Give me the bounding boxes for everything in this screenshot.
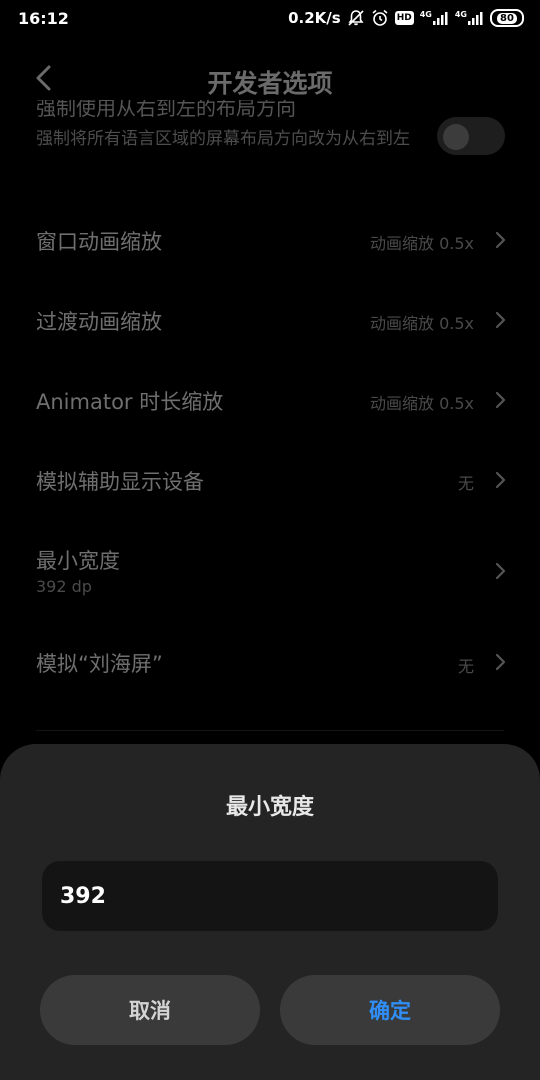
confirm-button[interactable]: 确定 [280, 975, 500, 1045]
chevron-right-icon [495, 391, 506, 409]
net1-label: 4G [419, 10, 432, 19]
rtl-setting-description: 强制将所有语言区域的屏幕布局方向改为从右到左 [36, 129, 410, 149]
animator-duration-label[interactable]: Animator 时长缩放 [36, 386, 223, 416]
smallest-width-label[interactable]: 最小宽度 [36, 545, 120, 575]
smallest-width-input[interactable] [42, 861, 498, 931]
smallest-width-sub: 392 dp [36, 577, 92, 596]
secondary-display-value: 无 [457, 474, 474, 493]
network-speed: 0.2K/s [288, 9, 341, 27]
rtl-setting-title[interactable]: 强制使用从右到左的布局方向 [36, 100, 296, 120]
cancel-button[interactable]: 取消 [40, 975, 260, 1045]
divider [36, 730, 504, 731]
toggle-knob [443, 124, 469, 150]
chevron-right-icon [495, 562, 506, 580]
rtl-setting-title-text: 强制使用从右到左的布局方向 [36, 100, 296, 120]
signal-4g-icon: 4G [420, 11, 449, 25]
status-bar: 16:12 0.2K/s HD 4G 4G 80 [0, 0, 540, 38]
battery-icon: 80 [490, 9, 524, 27]
smallest-width-dialog: 最小宽度 取消 确定 [0, 744, 540, 1080]
rtl-toggle[interactable] [437, 117, 505, 155]
signal-bars-icon [468, 12, 483, 25]
net2-label: 4G [454, 10, 467, 19]
animator-duration-value: 动画缩放 0.5x [369, 394, 474, 413]
battery-level: 80 [497, 12, 517, 24]
secondary-display-label[interactable]: 模拟辅助显示设备 [36, 466, 204, 496]
hd-badge-icon: HD [394, 11, 414, 25]
window-anim-value: 动画缩放 0.5x [369, 234, 474, 253]
page-title: 开发者选项 [207, 69, 333, 98]
chevron-right-icon [495, 311, 506, 329]
transition-anim-value: 动画缩放 0.5x [369, 314, 474, 333]
chevron-right-icon [495, 471, 506, 489]
notch-label[interactable]: 模拟“刘海屏” [36, 648, 163, 678]
notch-value: 无 [457, 657, 474, 676]
signal-bars-icon [432, 12, 448, 25]
status-time: 16:12 [18, 9, 69, 28]
dialog-title: 最小宽度 [225, 795, 314, 820]
transition-anim-label[interactable]: 过渡动画缩放 [36, 306, 162, 336]
chevron-right-icon [495, 231, 506, 249]
screen: 16:12 0.2K/s HD 4G 4G 80 开发者选项 强制使用从右到左的… [0, 0, 540, 1080]
window-anim-label[interactable]: 窗口动画缩放 [36, 226, 162, 256]
chevron-right-icon [495, 653, 506, 671]
bell-off-icon [348, 10, 364, 26]
status-icons: 0.2K/s HD 4G 4G 80 [288, 9, 524, 27]
signal-4g-icon: 4G [455, 11, 484, 25]
alarm-clock-icon [372, 9, 388, 26]
